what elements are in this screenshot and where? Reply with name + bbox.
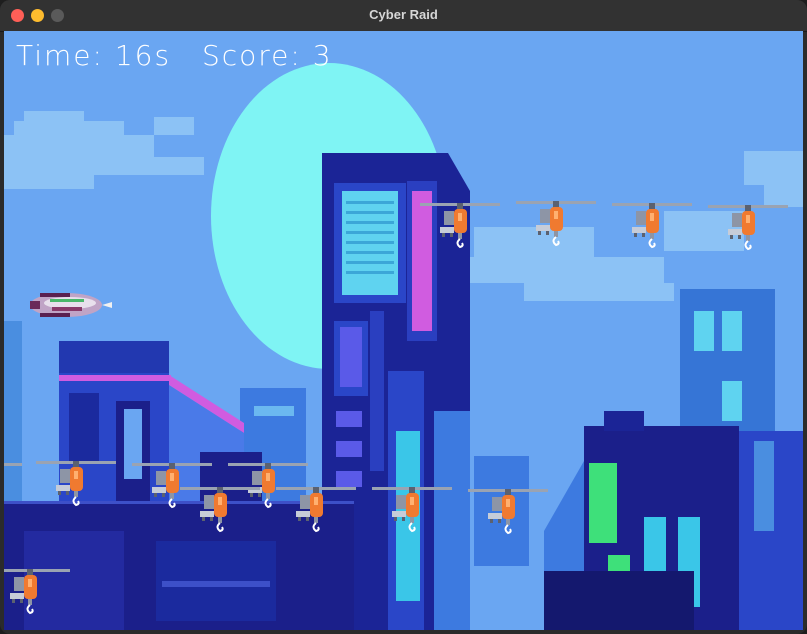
game-window: Cyber Raid Time: 16s Score: 3	[0, 0, 807, 634]
title-bar: Cyber Raid	[0, 0, 807, 32]
time-counter: Time: 16s	[16, 39, 172, 72]
helicopter-rotor-partial	[4, 463, 22, 466]
game-canvas[interactable]: Time: 16s Score: 3	[4, 31, 803, 630]
game-scene	[4, 31, 803, 630]
score-counter: Score: 3	[201, 39, 333, 72]
hud: Time: 16s Score: 3	[16, 39, 333, 72]
window-title: Cyber Raid	[369, 7, 438, 22]
